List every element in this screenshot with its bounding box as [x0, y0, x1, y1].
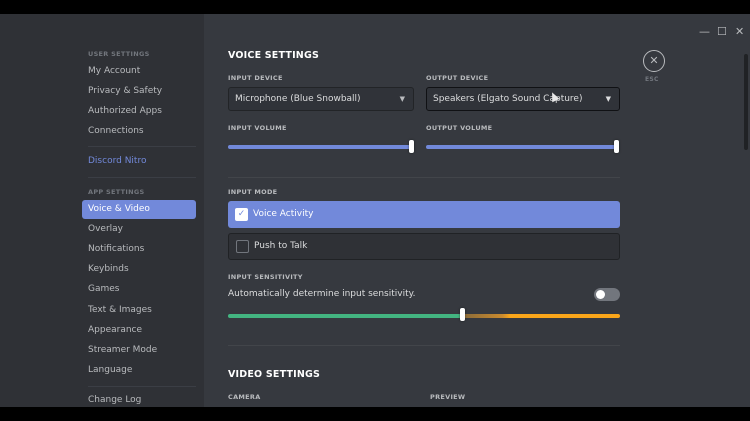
sidebar-item-change-log[interactable]: Change Log [82, 391, 196, 407]
input-sensitivity-label: INPUT SENSITIVITY [228, 273, 303, 281]
output-volume-slider[interactable] [426, 145, 617, 149]
auto-sensitivity-text: Automatically determine input sensitivit… [228, 289, 416, 299]
input-mode-label: INPUT MODE [228, 188, 278, 196]
sidebar-item-voice-video[interactable]: Voice & Video [82, 200, 196, 219]
input-device-value: Microphone (Blue Snowball) [235, 94, 361, 104]
close-icon[interactable]: ✕ [735, 26, 744, 38]
input-volume-handle[interactable] [409, 140, 414, 153]
content-scrollbar[interactable] [744, 54, 748, 150]
section-divider [228, 177, 620, 178]
sidebar-item-language[interactable]: Language [82, 361, 196, 380]
sidebar-item-connections[interactable]: Connections [82, 122, 196, 141]
esc-close-button[interactable]: ✕ [643, 50, 665, 72]
output-device-label: OUTPUT DEVICE [426, 74, 489, 82]
section-divider [228, 345, 620, 346]
letterbox-bottom [0, 407, 750, 421]
input-device-label: INPUT DEVICE [228, 74, 283, 82]
sidebar-item-text-images[interactable]: Text & Images [82, 301, 196, 320]
close-icon: ✕ [649, 54, 659, 67]
output-device-select[interactable]: Speakers (Elgato Sound Capture) ▼ [426, 87, 620, 111]
sidebar-item-games[interactable]: Games [82, 280, 196, 299]
settings-window: USER SETTINGS My Account Privacy & Safet… [0, 14, 750, 407]
checkmark-icon: ✓ [235, 208, 248, 221]
output-volume-handle[interactable] [614, 140, 619, 153]
sidebar-item-keybinds[interactable]: Keybinds [82, 260, 196, 279]
app-settings-heading: APP SETTINGS [88, 188, 145, 196]
input-volume-label: INPUT VOLUME [228, 124, 287, 132]
sidebar-item-appearance[interactable]: Appearance [82, 321, 196, 340]
sidebar-item-streamer-mode[interactable]: Streamer Mode [82, 341, 196, 360]
auto-sensitivity-toggle[interactable] [594, 288, 620, 301]
camera-label: CAMERA [228, 393, 261, 401]
sidebar-item-discord-nitro[interactable]: Discord Nitro [82, 152, 196, 171]
input-volume-slider[interactable] [228, 145, 412, 149]
toggle-knob [596, 290, 605, 299]
chevron-down-icon: ▼ [605, 95, 611, 103]
sidebar-item-overlay[interactable]: Overlay [82, 220, 196, 239]
letterbox-top [0, 0, 750, 14]
preview-label: PREVIEW [430, 393, 466, 401]
input-mode-voice-activity[interactable]: ✓ Voice Activity [228, 201, 620, 228]
video-settings-title: VIDEO SETTINGS [228, 369, 321, 380]
esc-label: ESC [645, 76, 659, 83]
user-settings-heading: USER SETTINGS [88, 50, 150, 58]
output-volume-label: OUTPUT VOLUME [426, 124, 493, 132]
sidebar-divider [88, 146, 196, 147]
sidebar-item-privacy-safety[interactable]: Privacy & Safety [82, 82, 196, 101]
sidebar-item-authorized-apps[interactable]: Authorized Apps [82, 102, 196, 121]
maximize-icon[interactable]: ☐ [717, 26, 727, 38]
push-to-talk-label: Push to Talk [254, 241, 308, 251]
settings-sidebar: USER SETTINGS My Account Privacy & Safet… [0, 14, 204, 407]
sidebar-item-my-account[interactable]: My Account [82, 62, 196, 81]
input-device-select[interactable]: Microphone (Blue Snowball) ▼ [228, 87, 414, 111]
sidebar-divider [88, 386, 196, 387]
input-sensitivity-slider[interactable] [228, 314, 620, 318]
minimize-icon[interactable]: — [699, 26, 710, 38]
input-mode-push-to-talk[interactable]: Push to Talk [228, 233, 620, 260]
output-device-value: Speakers (Elgato Sound Capture) [433, 94, 583, 104]
chevron-down-icon: ▼ [399, 95, 405, 103]
sidebar-item-notifications[interactable]: Notifications [82, 240, 196, 259]
input-sensitivity-handle[interactable] [460, 308, 466, 321]
voice-settings-title: VOICE SETTINGS [228, 50, 319, 61]
sidebar-divider [88, 177, 196, 178]
checkbox-icon [236, 240, 249, 253]
voice-activity-label: Voice Activity [253, 209, 314, 219]
